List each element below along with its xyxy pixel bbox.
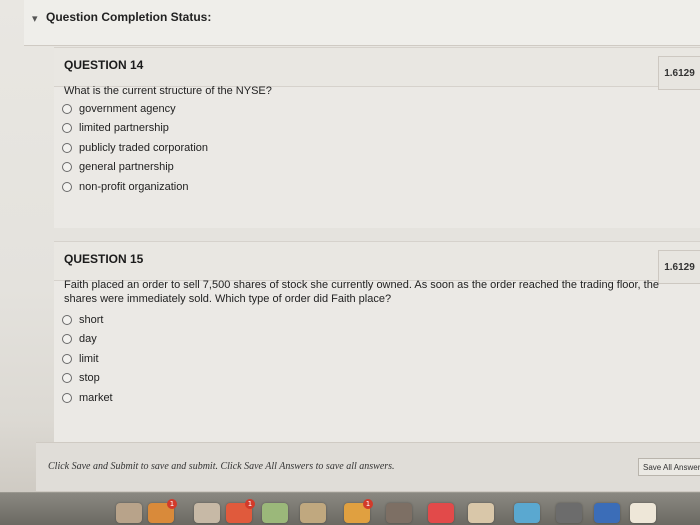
- chevron-down-icon[interactable]: ▾: [32, 12, 38, 25]
- answer-option[interactable]: limited partnership: [62, 119, 208, 139]
- app-icon[interactable]: [514, 503, 540, 523]
- app-icon[interactable]: [116, 503, 142, 523]
- answer-label[interactable]: government agency: [79, 103, 176, 115]
- submit-area: Click Save and Submit to save and submit…: [36, 442, 700, 491]
- notification-badge: 1: [245, 499, 255, 509]
- app-icon[interactable]: [556, 503, 582, 523]
- radio-button[interactable]: [62, 334, 72, 345]
- answer-option[interactable]: non-profit organization: [62, 177, 208, 197]
- answer-option[interactable]: market: [62, 388, 113, 408]
- question-header: QUESTION 14: [54, 48, 700, 87]
- answer-option[interactable]: limit: [62, 349, 113, 369]
- radio-button[interactable]: [62, 181, 72, 192]
- submit-instructions: Click Save and Submit to save and submit…: [48, 461, 395, 472]
- question-header: QUESTION 15: [54, 242, 700, 281]
- answer-option[interactable]: stop: [62, 369, 113, 389]
- notification-badge: 1: [167, 499, 177, 509]
- points-badge: 1.6129: [658, 250, 700, 284]
- app-icon[interactable]: 1: [344, 499, 373, 523]
- answer-option[interactable]: short: [62, 310, 113, 330]
- radio-button[interactable]: [62, 314, 72, 325]
- app-icon[interactable]: [468, 503, 494, 523]
- points-badge: 1.6129: [658, 56, 700, 90]
- answer-label[interactable]: publicly traded corporation: [79, 142, 208, 154]
- question-panel-15: QUESTION 15 1.6129 Faith placed an order…: [54, 241, 700, 442]
- app-icon[interactable]: [300, 503, 326, 523]
- radio-button[interactable]: [62, 103, 72, 114]
- radio-button[interactable]: [62, 123, 72, 134]
- question-title: QUESTION 15: [64, 252, 144, 266]
- notification-badge: 1: [363, 499, 373, 509]
- answer-label[interactable]: day: [79, 333, 97, 345]
- app-icon[interactable]: [594, 503, 620, 523]
- answer-list: government agency limited partnership pu…: [62, 99, 208, 197]
- app-icon[interactable]: [386, 503, 412, 523]
- app-icon[interactable]: [194, 503, 220, 523]
- taskbar-dock: 1 1 1: [0, 492, 700, 525]
- answer-label[interactable]: market: [79, 392, 113, 404]
- radio-button[interactable]: [62, 392, 72, 403]
- answer-option[interactable]: general partnership: [62, 158, 208, 178]
- answer-label[interactable]: non-profit organization: [79, 181, 188, 193]
- app-icon[interactable]: 1: [148, 499, 177, 523]
- answer-label[interactable]: general partnership: [79, 161, 174, 173]
- question-title: QUESTION 14: [64, 58, 144, 72]
- radio-button[interactable]: [62, 142, 72, 153]
- radio-button[interactable]: [62, 353, 72, 364]
- answer-option[interactable]: government agency: [62, 99, 208, 119]
- save-all-answers-button[interactable]: Save All Answers: [638, 458, 700, 476]
- app-icon[interactable]: [428, 503, 454, 523]
- question-text: Faith placed an order to sell 7,500 shar…: [64, 279, 659, 305]
- radio-button[interactable]: [62, 162, 72, 173]
- radio-button[interactable]: [62, 373, 72, 384]
- answer-option[interactable]: day: [62, 330, 113, 350]
- answer-label[interactable]: stop: [79, 372, 100, 384]
- answer-label[interactable]: short: [79, 314, 103, 326]
- answer-label[interactable]: limit: [79, 353, 99, 365]
- answer-label[interactable]: limited partnership: [79, 122, 169, 134]
- status-title: Question Completion Status:: [46, 10, 212, 24]
- answer-list: short day limit stop market: [62, 310, 113, 408]
- app-icon[interactable]: [630, 503, 656, 523]
- assessment-page: ▾ Question Completion Status: QUESTION 1…: [0, 0, 700, 525]
- question-panel-14: QUESTION 14 1.6129 What is the current s…: [54, 47, 700, 228]
- app-icon[interactable]: 1: [226, 499, 255, 523]
- question-text: What is the current structure of the NYS…: [64, 85, 272, 97]
- app-icon[interactable]: [262, 503, 288, 523]
- answer-option[interactable]: publicly traded corporation: [62, 138, 208, 158]
- question-completion-status[interactable]: ▾ Question Completion Status:: [24, 0, 700, 46]
